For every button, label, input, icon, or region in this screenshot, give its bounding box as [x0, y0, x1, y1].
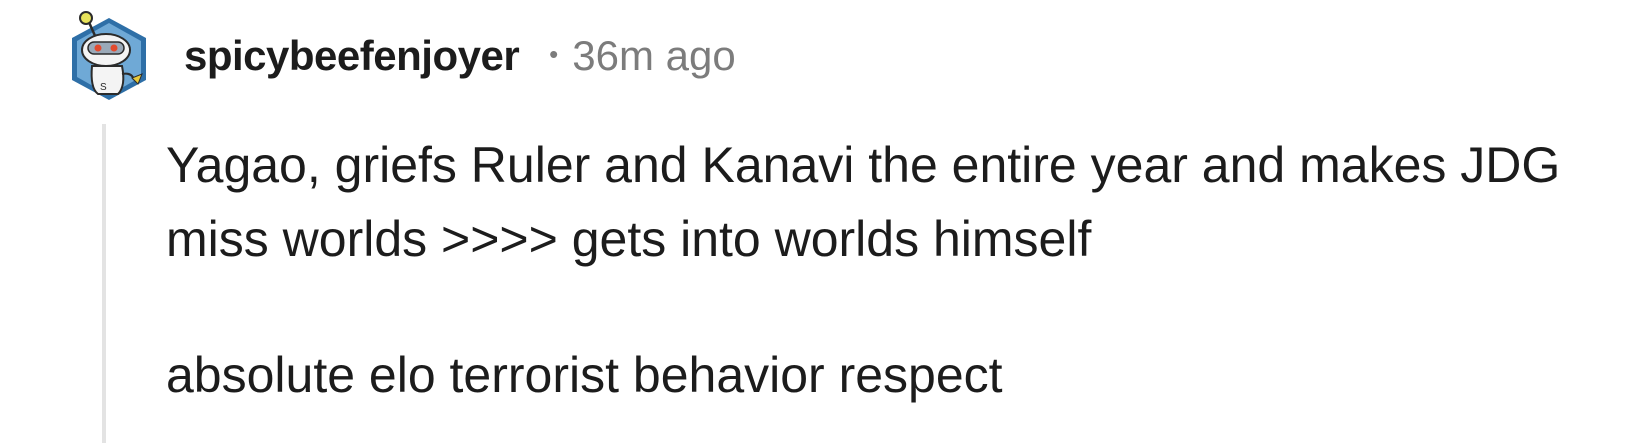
comment-body: Yagao, griefs Ruler and Kanavi the entir…: [166, 128, 1606, 412]
reddit-snoo-avatar-icon[interactable]: S: [66, 8, 152, 104]
svg-text:S: S: [100, 82, 107, 93]
meta-separator: •: [549, 38, 559, 69]
comment-timestamp[interactable]: 36m ago: [572, 32, 735, 80]
comment-paragraph: Yagao, griefs Ruler and Kanavi the entir…: [166, 137, 1561, 267]
comment-paragraph: absolute elo terrorist behavior respect: [166, 347, 1003, 403]
comment-author[interactable]: spicybeefenjoyer: [184, 32, 520, 80]
comment: S spicybeefenjoyer • 36m ago Yagao, grie…: [0, 0, 1644, 443]
comment-header: S spicybeefenjoyer • 36m ago: [66, 6, 736, 106]
thread-collapse-line[interactable]: [102, 124, 106, 443]
